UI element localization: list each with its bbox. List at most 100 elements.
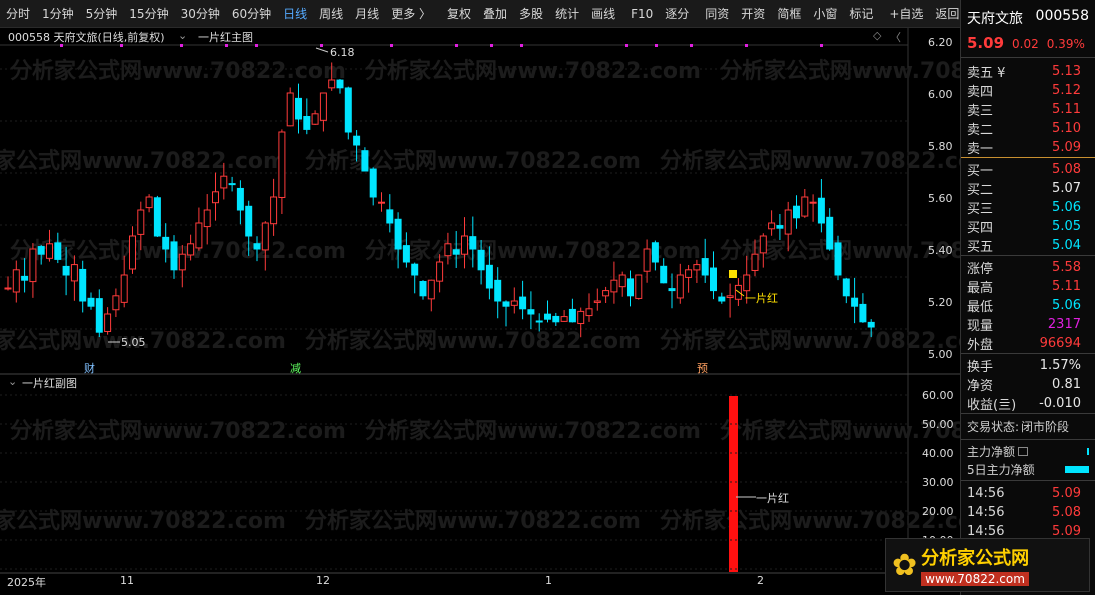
quote-row-label: 买二: [967, 183, 994, 198]
candle-body: [693, 264, 701, 271]
candle-body: [801, 196, 809, 217]
toolbar-item[interactable]: 同资: [699, 0, 735, 28]
event-marker[interactable]: 预: [697, 360, 708, 376]
toolbar-item[interactable]: +自选: [883, 0, 929, 28]
toolbar-item[interactable]: 15分钟: [123, 0, 174, 28]
candle-body: [236, 187, 244, 211]
sub-indicator-title[interactable]: 一片红副图: [22, 375, 77, 391]
candle-body: [394, 218, 402, 250]
price-tick: 6.00: [928, 88, 953, 101]
candle-body: [867, 321, 875, 328]
quote-row-label: 14:56: [967, 505, 1005, 520]
candle-body: [627, 278, 634, 297]
toolbar-item[interactable]: 日线: [277, 0, 313, 28]
quote-row-value: 2317: [1047, 317, 1081, 332]
toolbar-item[interactable]: 多股: [513, 0, 549, 28]
candle-body: [87, 297, 95, 307]
quote-row-value: 5.07: [1052, 181, 1081, 196]
main-indicator-title[interactable]: 一片红主图: [198, 29, 253, 45]
quote-row-value: 5.09: [1052, 140, 1081, 155]
toolbar-item[interactable]: 月线: [349, 0, 385, 28]
candle-body: [560, 316, 568, 322]
candle-body: [685, 269, 693, 278]
candle-body: [610, 279, 618, 293]
toolbar-item[interactable]: 复权: [441, 0, 477, 28]
toolbar-item[interactable]: 5分钟: [80, 0, 124, 28]
candle-body: [519, 296, 527, 310]
toolbar-item[interactable]: 叠加: [477, 0, 513, 28]
main-net-label: 主力净额: [967, 444, 1016, 459]
candle-body: [145, 196, 153, 209]
toolbar-item[interactable]: 1分钟: [36, 0, 80, 28]
candle-body: [826, 216, 834, 250]
event-marker[interactable]: 减: [290, 360, 301, 376]
chart-area[interactable]: 分析家公式网www.70822.com 分析家公式网www.70822.com 分析…: [0, 28, 960, 595]
candle-body: [37, 246, 45, 255]
price-tick: 5.40: [928, 244, 953, 257]
candle-body: [527, 309, 535, 315]
quote-row-value: 96694: [1039, 336, 1081, 351]
toolbar-item[interactable]: 逐分: [659, 0, 695, 28]
quote-row-label: 收益(亖): [967, 398, 1017, 413]
toolbar-item[interactable]: 画线: [585, 0, 621, 28]
price-change: 0.02: [1012, 37, 1039, 51]
quote-row-label: 换手: [967, 360, 994, 375]
toolbar-item[interactable]: F10: [625, 0, 659, 28]
toolbar-item[interactable]: 更多 〉: [385, 0, 437, 28]
stock-code: 000558: [1035, 8, 1089, 24]
sub-tick: 40.00: [922, 447, 954, 460]
toolbar-item[interactable]: 开资: [735, 0, 771, 28]
toolbar-item[interactable]: 标记: [843, 0, 879, 28]
candle-body: [651, 242, 659, 263]
candle-body: [510, 300, 518, 306]
candle-body: [79, 268, 87, 302]
main-net-bar: [1087, 447, 1089, 455]
candle-body: [70, 264, 78, 282]
sub-tick: 30.00: [922, 476, 954, 489]
toolbar-item[interactable]: 60分钟: [226, 0, 277, 28]
diamond-icon[interactable]: ◇: [873, 29, 881, 42]
candle-body: [187, 243, 195, 256]
marker-dot: [520, 44, 523, 47]
marker-dot: [625, 44, 628, 47]
toolbar-item[interactable]: 周线: [313, 0, 349, 28]
low-price-label: 5.05: [121, 336, 146, 349]
price-tick: 6.20: [928, 36, 953, 49]
toolbar-item[interactable]: 统计: [549, 0, 585, 28]
candle-body: [228, 183, 236, 186]
collapse-icon[interactable]: 〈: [890, 29, 901, 45]
quote-row-label: 现量: [967, 319, 994, 334]
candle-body: [21, 275, 29, 281]
quote-row-value: 5.08: [1052, 162, 1081, 177]
event-marker[interactable]: 财: [84, 360, 95, 376]
logo-text: 分析家公式网: [921, 548, 1030, 569]
candle-body: [768, 222, 776, 230]
candle-body: [170, 241, 178, 271]
quote-row-label: 卖五 ¥: [967, 66, 1006, 81]
table-icon[interactable]: [1018, 446, 1029, 456]
sub-tick: 20.00: [922, 505, 954, 518]
quote-row: 卖三 5.11: [961, 100, 1095, 119]
candle-body: [253, 243, 261, 250]
candle-body: [137, 209, 145, 235]
quote-row-label: 最高: [967, 281, 994, 296]
chevron-down-icon[interactable]: ⌄: [8, 375, 17, 388]
quote-row: 14:56 5.09: [961, 484, 1095, 503]
watermark: 分析家公式网www.70822.com: [660, 508, 960, 534]
candle-body: [95, 298, 103, 333]
quote-row-label: 买一: [967, 164, 994, 179]
sub-tick: 60.00: [922, 389, 954, 402]
quote-row-label: 买五: [967, 240, 994, 255]
price-tick: 5.20: [928, 296, 953, 309]
quote-row: 买一 5.08: [961, 160, 1095, 179]
candle-body: [834, 242, 842, 276]
marker-dot: [255, 44, 258, 47]
candle-body: [419, 281, 427, 297]
toolbar-item[interactable]: 30分钟: [175, 0, 226, 28]
toolbar-item[interactable]: 简框: [771, 0, 807, 28]
toolbar-item[interactable]: 小窗: [807, 0, 843, 28]
marker-dot: [390, 44, 393, 47]
chevron-down-icon[interactable]: ⌄: [178, 29, 187, 42]
quote-row-value: 5.06: [1052, 200, 1081, 215]
toolbar-item[interactable]: 分时: [0, 0, 36, 28]
